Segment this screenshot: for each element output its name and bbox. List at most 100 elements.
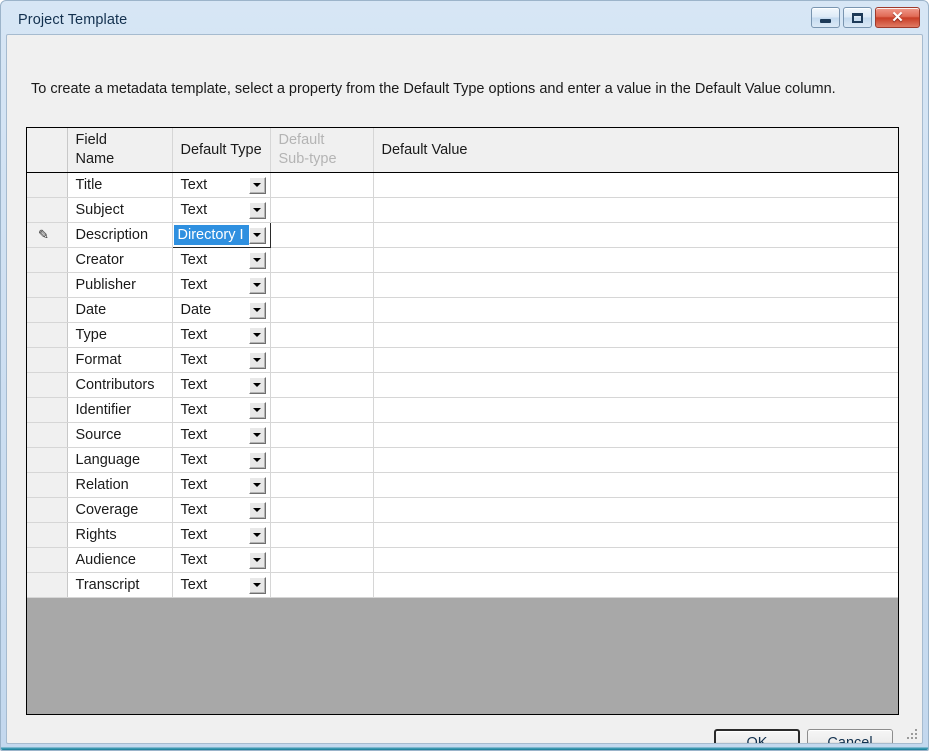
table-row[interactable]: Identifier Text	[27, 397, 898, 423]
field-name-cell[interactable]: Publisher	[67, 272, 173, 298]
table-row[interactable]: Format Text	[27, 347, 898, 373]
default-type-dropdown-button[interactable]	[248, 301, 266, 319]
row-header-cell[interactable]	[27, 372, 68, 398]
cancel-button[interactable]: Cancel	[807, 729, 893, 743]
default-type-dropdown-button[interactable]	[248, 476, 266, 494]
row-header-cell[interactable]	[27, 572, 68, 598]
field-name-cell[interactable]: Identifier	[67, 397, 173, 423]
table-row[interactable]: Audience Text	[27, 547, 898, 573]
row-header-cell[interactable]	[27, 547, 68, 573]
title-bar[interactable]: Project Template ✕	[6, 6, 923, 34]
default-type-cell[interactable]: Text	[172, 422, 271, 448]
row-header-cell[interactable]	[27, 297, 68, 323]
row-header-cell[interactable]	[27, 522, 68, 548]
row-header-cell[interactable]	[27, 272, 68, 298]
table-row[interactable]: Date Date	[27, 297, 898, 323]
default-type-cell[interactable]: Text	[172, 497, 271, 523]
metadata-template-grid[interactable]: Field Name Default Type Default Sub-type	[26, 127, 899, 715]
row-header-cell[interactable]	[27, 472, 68, 498]
default-type-cell[interactable]: Text	[172, 572, 271, 598]
field-name-cell[interactable]: Transcript	[67, 572, 173, 598]
field-name-cell[interactable]: Date	[67, 297, 173, 323]
default-type-dropdown-button[interactable]	[248, 376, 266, 394]
default-value-cell[interactable]	[373, 472, 898, 498]
default-type-cell[interactable]: Text	[172, 522, 271, 548]
field-name-cell[interactable]: Audience	[67, 547, 173, 573]
field-name-cell[interactable]: Title	[67, 172, 173, 198]
default-type-dropdown-button[interactable]	[248, 551, 266, 569]
default-value-cell[interactable]	[373, 572, 898, 598]
minimize-button[interactable]	[811, 7, 840, 28]
maximize-button[interactable]	[843, 7, 872, 28]
table-row[interactable]: Contributors Text	[27, 372, 898, 398]
default-type-dropdown-button[interactable]	[248, 451, 266, 469]
default-value-cell[interactable]	[373, 222, 898, 248]
field-name-cell[interactable]: Language	[67, 447, 173, 473]
row-header-cell[interactable]	[27, 247, 68, 273]
close-button[interactable]: ✕	[875, 7, 920, 28]
default-type-cell[interactable]: Text	[172, 197, 271, 223]
row-header-cell[interactable]	[27, 397, 68, 423]
field-name-cell[interactable]: Contributors	[67, 372, 173, 398]
default-type-cell[interactable]: Text	[172, 397, 271, 423]
field-name-cell[interactable]: Coverage	[67, 497, 173, 523]
row-header-cell[interactable]	[27, 347, 68, 373]
table-row[interactable]: Rights Text	[27, 522, 898, 548]
table-row[interactable]: Coverage Text	[27, 497, 898, 523]
default-value-cell[interactable]	[373, 422, 898, 448]
column-header-field-name[interactable]: Field Name	[67, 128, 173, 173]
row-header-cell[interactable]	[27, 497, 68, 523]
column-header-default-value[interactable]: Default Value	[373, 128, 898, 173]
default-type-dropdown-button[interactable]	[248, 526, 266, 544]
default-type-dropdown-button[interactable]	[248, 326, 266, 344]
field-name-cell[interactable]: Subject	[67, 197, 173, 223]
field-name-cell[interactable]: Description	[67, 222, 173, 248]
field-name-cell[interactable]: Source	[67, 422, 173, 448]
default-type-cell[interactable]: Date	[172, 297, 271, 323]
default-type-cell[interactable]: Text	[172, 472, 271, 498]
default-value-cell[interactable]	[373, 447, 898, 473]
default-value-cell[interactable]	[373, 247, 898, 273]
table-row[interactable]: Type Text	[27, 322, 898, 348]
default-value-cell[interactable]	[373, 297, 898, 323]
default-value-cell[interactable]	[373, 197, 898, 223]
table-row[interactable]: Language Text	[27, 447, 898, 473]
default-type-dropdown-button[interactable]	[248, 426, 266, 444]
table-row[interactable]: ✎ Description Directory I	[27, 222, 898, 248]
table-row[interactable]: Creator Text	[27, 247, 898, 273]
default-value-cell[interactable]	[373, 322, 898, 348]
default-type-dropdown-button[interactable]	[248, 201, 266, 219]
row-header-cell[interactable]: ✎	[27, 222, 68, 248]
row-header-cell[interactable]	[27, 447, 68, 473]
default-type-cell[interactable]: Text	[172, 447, 271, 473]
default-type-cell[interactable]: Text	[172, 247, 271, 273]
default-type-dropdown-button[interactable]	[248, 176, 266, 194]
row-header-cell[interactable]	[27, 172, 68, 198]
default-type-cell[interactable]: Text	[172, 322, 271, 348]
default-type-cell[interactable]: Text	[172, 172, 271, 198]
default-value-cell[interactable]	[373, 547, 898, 573]
default-value-cell[interactable]	[373, 272, 898, 298]
default-type-dropdown-button[interactable]	[248, 401, 266, 419]
row-header-cell[interactable]	[27, 197, 68, 223]
default-type-dropdown-button[interactable]	[248, 276, 266, 294]
row-header-cell[interactable]	[27, 422, 68, 448]
default-type-dropdown-button[interactable]	[248, 576, 266, 594]
table-row[interactable]: Transcript Text	[27, 572, 898, 598]
table-row[interactable]: Source Text	[27, 422, 898, 448]
default-type-cell[interactable]: Text	[172, 547, 271, 573]
default-type-dropdown-button[interactable]	[248, 351, 266, 369]
field-name-cell[interactable]: Creator	[67, 247, 173, 273]
field-name-cell[interactable]: Type	[67, 322, 173, 348]
default-type-cell[interactable]: Directory I	[171, 222, 271, 248]
default-type-cell[interactable]: Text	[172, 347, 271, 373]
field-name-cell[interactable]: Format	[67, 347, 173, 373]
field-name-cell[interactable]: Rights	[67, 522, 173, 548]
table-row[interactable]: Publisher Text	[27, 272, 898, 298]
default-value-cell[interactable]	[373, 172, 898, 198]
ok-button[interactable]: OK	[714, 729, 800, 743]
row-header-cell[interactable]	[27, 322, 68, 348]
default-value-cell[interactable]	[373, 347, 898, 373]
default-type-cell[interactable]: Text	[172, 372, 271, 398]
resize-grip[interactable]	[906, 728, 919, 741]
